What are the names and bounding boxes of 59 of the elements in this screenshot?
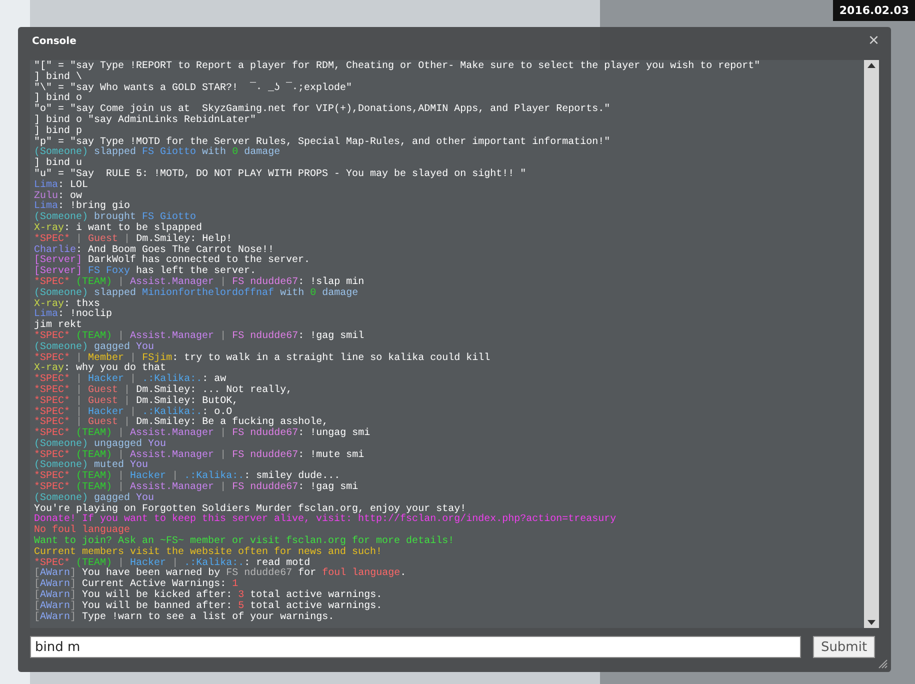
console-line: ] bind o (34, 94, 82, 104)
console-line: (Someone) muted You (34, 461, 148, 472)
console-line: X-ray: i want to be slpapped (34, 224, 202, 234)
console-line: *SPEC* (TEAM) | Assist.Manager | FS ndudde67: !mute smi (34, 450, 364, 461)
console-line: *SPEC* | Hacker | .:Kalika:.: o.O (34, 408, 232, 418)
console-line: Zulu: ow (34, 192, 82, 202)
console-line: [Server] DarkWolf has connected to the server. (34, 256, 310, 266)
scrollbar[interactable] (864, 60, 879, 628)
submit-button[interactable]: Submit (813, 636, 875, 658)
console-line: [AWarn] You will be kicked after: 3 total active warnings. (34, 591, 382, 602)
console-line: *SPEC* | Guest | Dm.Smiley: Be a fucking asshole, (34, 418, 328, 428)
console-line: Current members visit the website often for news and such! (34, 548, 382, 558)
console-line: ] bind u (34, 159, 82, 170)
console-line: [AWarn] You have been warned by FS ndudde67 for foul language. (34, 569, 406, 580)
console-line: Donate! If you want to keep this server alive, visit: http://fsclan.org/index.php?action=treasury (34, 515, 616, 526)
console-line: Lima: !bring gio (34, 202, 130, 212)
console-line: *SPEC* | Guest | Dm.Smiley: ButOK, (34, 396, 238, 407)
console-line: "u" = "Say RULE 5: !MOTD, DO NOT PLAY WITH PROPS - You may be slayed on sight!! " (34, 170, 526, 180)
console-line: *SPEC* (TEAM) | Assist.Manager | FS ndudde67: !gag smi (34, 483, 358, 494)
command-input[interactable]: bind m (30, 636, 801, 658)
console-line: Charlie: And Boom Goes The Carrot Nose!! (34, 246, 274, 256)
resize-grip-icon[interactable] (878, 659, 888, 669)
console-line: (Someone) slapped FS Giotto with 0 damage (34, 148, 280, 158)
console-line: Lima: !noclip (34, 310, 112, 320)
console-line: (Someone) gagged You (34, 494, 154, 504)
console-line: "p" = "say Type !MOTD for the Server Rules, Special Map-Rules, and other important information!" (34, 138, 610, 148)
console-line: *SPEC* | Hacker | .:Kalika:.: aw (34, 375, 226, 386)
console-line: *SPEC* (TEAM) | Hacker | .:Kalika:.: read motd (34, 558, 310, 569)
console-line: X-ray: thxs (34, 300, 100, 310)
console-line: ] bind p (34, 126, 82, 137)
console-line: *SPEC* (TEAM) | Assist.Manager | FS ndudde67: !gag smil (34, 332, 364, 342)
console-line: Want to join? Ask an ~FS~ member or visit fsclan.org for more details! (34, 537, 454, 548)
console-line: Lima: LOL (34, 180, 88, 191)
console-line: ] bind \ (34, 72, 82, 83)
console-line: *SPEC* | Member | FSjim: try to walk in a straight line so kalika could kill (34, 354, 490, 364)
console-line: [AWarn] You will be banned after: 5 total active warnings. (34, 602, 382, 612)
console-line: ] bind o "say AdminLinks RebidnLater" (34, 116, 256, 126)
console-line: (Someone) gagged You (34, 342, 154, 353)
close-button[interactable]: × (868, 31, 879, 51)
console-line: (Someone) slapped Minionforthelordoffnaf with 0 damage (34, 288, 358, 299)
console-line: *SPEC* (TEAM) | Assist.Manager | FS ndudde67: !ungag smi (34, 429, 370, 440)
window-title: Console (32, 36, 76, 46)
console-line: No foul language (34, 526, 130, 536)
console-line: [AWarn] Type !warn to see a list of your warnings. (34, 612, 334, 624)
console-line: *SPEC* | Guest | Dm.Smiley: ... Not really, (34, 386, 292, 396)
console-line: "o" = "say Come join us at SkyzGaming.net for VIP(+),Donations,ADMIN Apps, and Player Reports." (34, 105, 610, 116)
console-line: "\" = "say Who wants a GOLD STAR?! ¯˖ _ʖ ¯˖;explode" (34, 84, 352, 94)
console-line: X-ray: why you do that (34, 364, 166, 374)
console-line: (Someone) ungagged You (34, 440, 166, 450)
console-line: [Server] FS Foxy has left the server. (34, 267, 256, 278)
console-line: *SPEC* (TEAM) | Assist.Manager | FS ndudde67: !slap min (34, 278, 364, 288)
date-stamp: 2016.02.03 (833, 0, 915, 21)
console-line: "[" = "say Type !REPORT to Report a player for RDM, Cheating or Other- Make sure to select the player you wish to report" (34, 62, 760, 72)
console-line: *SPEC* | Guest | Dm.Smiley: Help! (34, 234, 232, 245)
console-line: (Someone) brought FS Giotto (34, 213, 196, 224)
console-line: You're playing on Forgotten Soldiers Murder fsclan.org, enjoy your stay! (34, 504, 466, 515)
console-line: [AWarn] Current Active Warnings: 1 (34, 580, 238, 590)
console-line: jim rekt (34, 321, 82, 332)
console-line: *SPEC* (TEAM) | Hacker | .:Kalika:.: smiley dude... (34, 472, 340, 482)
